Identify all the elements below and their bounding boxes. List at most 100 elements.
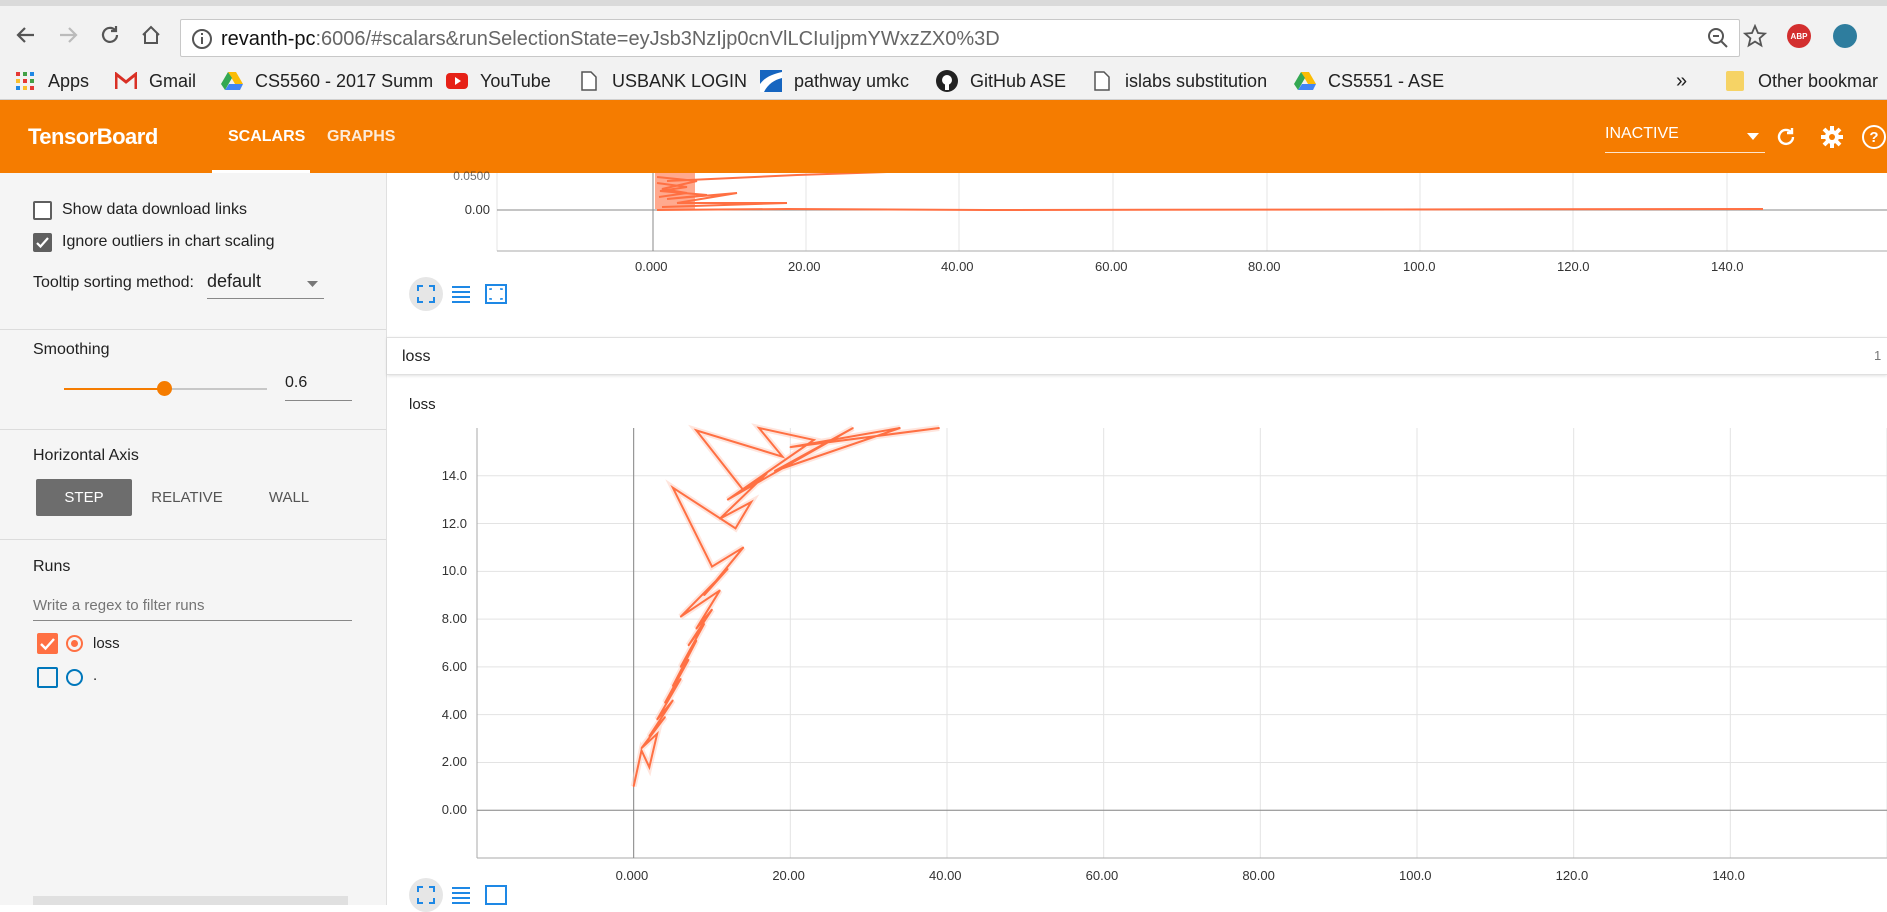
help-icon[interactable]: ? (1862, 125, 1886, 149)
bookmarks-overflow-button[interactable]: » (1676, 68, 1687, 94)
checkmark-icon (36, 237, 49, 249)
data-point (789, 446, 792, 448)
info-icon[interactable] (191, 28, 213, 50)
home-button[interactable] (136, 20, 166, 50)
forward-arrow-icon (60, 27, 78, 43)
smoothing-slider[interactable] (64, 381, 267, 396)
bookmark-cs5551[interactable]: CS5551 - ASE (1294, 68, 1444, 94)
bookmark-pathway[interactable]: pathway umkc (760, 68, 909, 94)
bookmark-star-icon[interactable] (1743, 24, 1767, 48)
data-point (742, 546, 745, 549)
series-line (632, 426, 940, 787)
data-point (711, 565, 713, 568)
axis-wall-button[interactable]: WALL (244, 479, 334, 516)
show-download-links-checkbox[interactable] (33, 201, 52, 220)
run-dot-checkbox[interactable] (37, 667, 58, 688)
sidebar: Show data download links Ignore outliers… (0, 173, 387, 905)
toggle-log-scale-button[interactable] (444, 878, 478, 912)
tab-graphs[interactable]: GRAPHS (327, 128, 395, 146)
bookmark-usbank[interactable]: USBANK LOGIN (578, 68, 747, 94)
bookmark-apps[interactable]: Apps (14, 68, 89, 94)
reload-button[interactable] (95, 20, 125, 50)
data-point (648, 735, 651, 737)
y-tick-label: 0.00 (464, 202, 490, 217)
runs-filter-input[interactable] (33, 591, 352, 621)
axis-step-button[interactable]: STEP (36, 479, 132, 516)
list-icon (452, 887, 470, 904)
reload-data-icon[interactable] (1775, 126, 1797, 148)
x-tick-label: 80.00 (1248, 259, 1281, 274)
x-tick-label: 100.0 (1403, 259, 1436, 274)
run-loss-label: loss (93, 635, 120, 652)
expand-chart-button[interactable] (409, 878, 443, 912)
x-tick-label: 120.0 (1555, 868, 1589, 883)
ignore-outliers-checkbox[interactable] (33, 233, 52, 252)
data-point (632, 785, 635, 788)
bookmark-gmail[interactable]: Gmail (115, 68, 196, 94)
y-tick-label: 10.0 (441, 563, 467, 579)
back-button[interactable] (11, 20, 41, 50)
chevron-down-icon (1747, 133, 1759, 140)
data-point (703, 594, 705, 597)
chart-title: loss (409, 396, 436, 413)
run-status-dropdown[interactable]: INACTIVE (1605, 125, 1765, 153)
data-point (640, 749, 643, 752)
loss-chart[interactable] (387, 423, 1887, 873)
data-point (672, 699, 674, 702)
data-point (750, 501, 752, 503)
bookmark-label: YouTube (480, 70, 551, 91)
adblock-icon[interactable]: ABP (1787, 24, 1811, 48)
smoothing-slider-knob[interactable] (156, 381, 172, 396)
data-point (813, 439, 815, 441)
tooltip-sorting-dropdown[interactable]: default (207, 269, 324, 299)
x-tick-label: 60.00 (1085, 868, 1119, 883)
fit-domain-icon (485, 885, 507, 905)
google-drive-icon (1294, 70, 1316, 92)
smoothing-value: 0.6 (285, 374, 308, 391)
data-point (656, 732, 658, 735)
tag-group-header[interactable]: loss 1 (387, 337, 1887, 375)
toggle-log-scale-button[interactable] (444, 277, 478, 311)
url-text: revanth-pc:6006/#scalars&runSelectionSta… (221, 28, 1000, 51)
data-point (734, 527, 737, 530)
previous-chart (496, 173, 1887, 252)
data-point (938, 427, 940, 429)
tensorboard-header: TensorBoard SCALARS GRAPHS ? (0, 100, 1887, 173)
bookmark-cs5560[interactable]: CS5560 - 2017 Summ (221, 68, 433, 94)
address-bar[interactable]: revanth-pc:6006/#scalars&runSelectionSta… (180, 19, 1740, 57)
settings-gear-icon[interactable] (1820, 125, 1844, 149)
globe-extension-icon[interactable] (1833, 24, 1857, 48)
show-download-links-label: Show data download links (62, 201, 248, 218)
forward-button[interactable] (53, 20, 83, 50)
expand-chart-button[interactable] (409, 277, 443, 311)
axis-relative-button[interactable]: RELATIVE (142, 479, 232, 516)
data-point (766, 472, 768, 475)
x-tick-label: 140.0 (1711, 259, 1744, 274)
fit-domain-button[interactable] (479, 878, 513, 912)
ignore-outliers-label: Ignore outliers in chart scaling (62, 233, 275, 250)
y-tick-label: 6.00 (441, 658, 467, 674)
bookmark-github[interactable]: GitHub ASE (936, 68, 1066, 94)
zoom-icon[interactable] (1707, 27, 1729, 49)
data-point (648, 766, 651, 769)
y-tick-label: 0.0500 (453, 169, 490, 183)
data-point (672, 486, 674, 489)
fit-domain-icon (485, 284, 507, 304)
bookmark-youtube[interactable]: YouTube (446, 68, 551, 94)
tab-scalars[interactable]: SCALARS (228, 128, 305, 146)
data-point (672, 685, 674, 687)
list-icon (452, 286, 470, 303)
url-host: revanth-pc (221, 28, 316, 50)
run-dot-radio[interactable] (66, 669, 83, 686)
toggle-all-runs-button[interactable] (33, 896, 348, 905)
data-point (781, 455, 784, 458)
data-point (664, 716, 666, 718)
other-bookmarks[interactable]: Other bookmar (1724, 68, 1878, 94)
fit-domain-button[interactable] (479, 277, 513, 311)
run-loss-checkbox[interactable] (37, 633, 58, 654)
horizontal-axis-label: Horizontal Axis (33, 447, 139, 464)
run-loss-radio[interactable] (66, 635, 83, 652)
smoothing-value-input[interactable]: 0.6 (285, 369, 352, 401)
data-point (695, 429, 698, 432)
bookmark-islabs[interactable]: islabs substitution (1091, 68, 1267, 94)
